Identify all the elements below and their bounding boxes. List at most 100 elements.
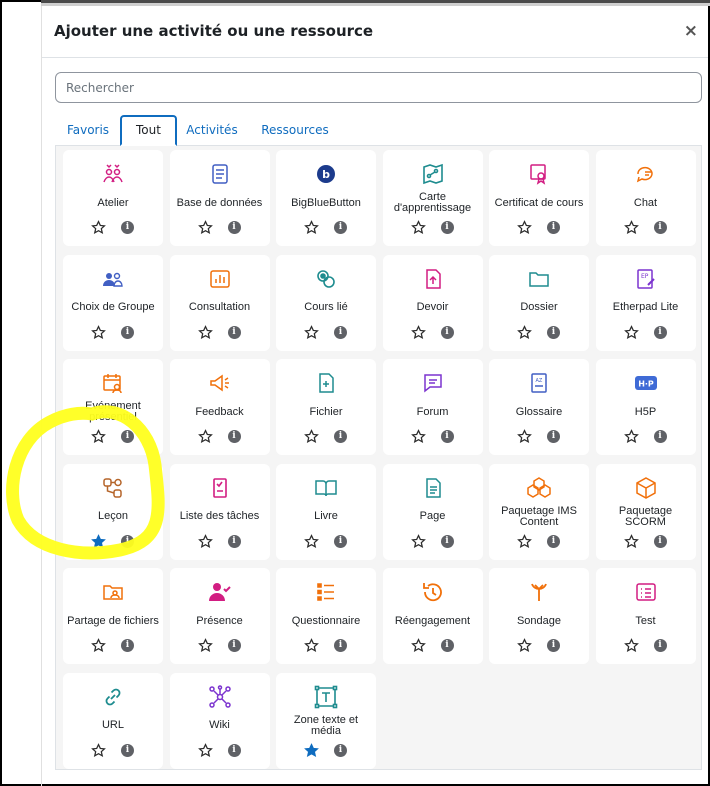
activity-tile-chat[interactable]: Chat i bbox=[595, 150, 696, 246]
activity-tile-base-de-donnees[interactable]: Base de données i bbox=[169, 150, 270, 246]
tab-favoris[interactable]: Favoris bbox=[59, 115, 117, 146]
star-icon[interactable] bbox=[197, 220, 213, 235]
activity-tile-paquetage-ims-content[interactable]: Paquetage IMS Content i bbox=[489, 463, 589, 560]
activity-tile-forum[interactable]: Forum i bbox=[382, 359, 483, 455]
info-icon[interactable]: i bbox=[227, 743, 241, 757]
info-icon[interactable]: i bbox=[121, 743, 134, 757]
info-icon[interactable]: i bbox=[121, 639, 134, 652]
activity-tile-dossier[interactable]: Dossier i bbox=[489, 254, 589, 351]
info-icon[interactable]: i bbox=[440, 221, 454, 234]
activity-tile-carte-d-apprentissage[interactable]: Carte d'apprentissage i bbox=[382, 150, 483, 246]
star-icon[interactable] bbox=[623, 220, 639, 235]
activity-tile-zone-texte-et-media[interactable]: Zone texte et média i bbox=[276, 672, 376, 769]
info-icon[interactable]: i bbox=[547, 221, 560, 234]
star-icon[interactable] bbox=[623, 638, 639, 653]
star-icon[interactable] bbox=[197, 742, 213, 758]
info-icon[interactable]: i bbox=[653, 325, 667, 339]
info-icon[interactable]: i bbox=[334, 534, 347, 548]
info-icon[interactable]: i bbox=[547, 639, 560, 652]
activity-tile-feedback[interactable]: Feedback i bbox=[169, 359, 270, 455]
star-icon[interactable] bbox=[197, 429, 213, 444]
info-icon[interactable]: i bbox=[653, 221, 667, 234]
activity-tile-partage-de-fichiers[interactable]: Partage de fichiers i bbox=[63, 568, 163, 664]
star-icon[interactable] bbox=[91, 324, 106, 340]
info-icon[interactable]: i bbox=[440, 639, 454, 652]
info-icon[interactable]: i bbox=[227, 534, 241, 548]
activity-tile-url[interactable]: URL i bbox=[63, 672, 163, 769]
star-icon[interactable] bbox=[197, 324, 213, 340]
info-icon[interactable]: i bbox=[334, 325, 347, 339]
star-icon[interactable] bbox=[304, 533, 319, 549]
star-icon[interactable] bbox=[91, 429, 106, 444]
activity-tile-h5p[interactable]: H·P H5P i bbox=[595, 359, 696, 455]
star-icon[interactable] bbox=[517, 533, 532, 549]
info-icon[interactable]: i bbox=[653, 430, 667, 443]
star-icon[interactable] bbox=[410, 638, 426, 653]
info-icon[interactable]: i bbox=[547, 430, 560, 443]
info-icon[interactable]: i bbox=[227, 221, 241, 234]
search-input[interactable] bbox=[55, 72, 702, 103]
star-icon[interactable] bbox=[91, 742, 106, 758]
activity-tile-livre[interactable]: Livre i bbox=[276, 463, 376, 560]
star-icon[interactable] bbox=[304, 638, 319, 653]
activity-tile-liste-des-taches[interactable]: Liste des tâches i bbox=[169, 463, 270, 560]
info-icon[interactable]: i bbox=[440, 534, 454, 548]
activity-tile-glossaire[interactable]: AZ Glossaire i bbox=[489, 359, 589, 455]
star-icon[interactable] bbox=[623, 429, 639, 444]
activity-tile-bigbluebutton[interactable]: b BigBlueButton i bbox=[276, 150, 376, 246]
star-icon[interactable] bbox=[304, 220, 319, 235]
activity-tile-choix-de-groupe[interactable]: Choix de Groupe i bbox=[63, 254, 163, 351]
star-filled-icon[interactable] bbox=[91, 533, 106, 549]
info-icon[interactable]: i bbox=[121, 325, 134, 339]
info-icon[interactable]: i bbox=[227, 430, 241, 443]
activity-tile-wiki[interactable]: Wiki i bbox=[169, 672, 270, 769]
info-icon[interactable]: i bbox=[334, 221, 347, 234]
activity-tile-certificat-de-cours[interactable]: Certificat de cours i bbox=[489, 150, 589, 246]
activity-tile-presence[interactable]: Présence i bbox=[169, 568, 270, 664]
info-icon[interactable]: i bbox=[334, 743, 347, 757]
info-icon[interactable]: i bbox=[440, 430, 454, 443]
star-icon[interactable] bbox=[91, 638, 106, 653]
star-icon[interactable] bbox=[623, 324, 639, 340]
info-icon[interactable]: i bbox=[227, 325, 241, 339]
info-icon[interactable]: i bbox=[334, 639, 347, 652]
activity-tile-evenement-presentiel[interactable]: Evénement présentiel i bbox=[63, 359, 163, 455]
star-icon[interactable] bbox=[410, 220, 426, 235]
info-icon[interactable]: i bbox=[653, 639, 667, 652]
star-icon[interactable] bbox=[410, 533, 426, 549]
info-icon[interactable]: i bbox=[121, 430, 134, 443]
star-icon[interactable] bbox=[304, 429, 319, 444]
info-icon[interactable]: i bbox=[121, 221, 134, 234]
info-icon[interactable]: i bbox=[227, 639, 241, 652]
info-icon[interactable]: i bbox=[653, 534, 667, 548]
close-icon[interactable]: × bbox=[684, 21, 698, 41]
star-icon[interactable] bbox=[197, 638, 213, 653]
tab-activites[interactable]: Activités bbox=[181, 115, 243, 146]
star-icon[interactable] bbox=[517, 638, 532, 653]
tab-ressources[interactable]: Ressources bbox=[258, 115, 332, 146]
tab-tout[interactable]: Tout bbox=[120, 115, 177, 146]
star-icon[interactable] bbox=[623, 533, 639, 549]
info-icon[interactable]: i bbox=[121, 534, 134, 548]
star-icon[interactable] bbox=[517, 220, 532, 235]
info-icon[interactable]: i bbox=[334, 430, 347, 443]
activity-tile-cours-lie[interactable]: Cours lié i bbox=[276, 254, 376, 351]
star-filled-icon[interactable] bbox=[304, 742, 319, 758]
star-icon[interactable] bbox=[517, 324, 532, 340]
activity-tile-fichier[interactable]: Fichier i bbox=[276, 359, 376, 455]
star-icon[interactable] bbox=[197, 533, 213, 549]
activity-tile-questionnaire[interactable]: Questionnaire i bbox=[276, 568, 376, 664]
info-icon[interactable]: i bbox=[547, 534, 560, 548]
info-icon[interactable]: i bbox=[547, 325, 560, 339]
activity-tile-sondage[interactable]: Sondage i bbox=[489, 568, 589, 664]
activity-tile-test[interactable]: Test i bbox=[595, 568, 696, 664]
activity-tile-lecon[interactable]: Leçon i bbox=[63, 463, 163, 560]
star-icon[interactable] bbox=[304, 324, 319, 340]
activity-tile-reengagement[interactable]: Réengagement i bbox=[382, 568, 483, 664]
activity-tile-etherpad-lite[interactable]: EP Etherpad Lite i bbox=[595, 254, 696, 351]
activity-tile-consultation[interactable]: Consultation i bbox=[169, 254, 270, 351]
activity-tile-devoir[interactable]: Devoir i bbox=[382, 254, 483, 351]
info-icon[interactable]: i bbox=[440, 325, 454, 339]
star-icon[interactable] bbox=[91, 220, 106, 235]
star-icon[interactable] bbox=[410, 324, 426, 340]
